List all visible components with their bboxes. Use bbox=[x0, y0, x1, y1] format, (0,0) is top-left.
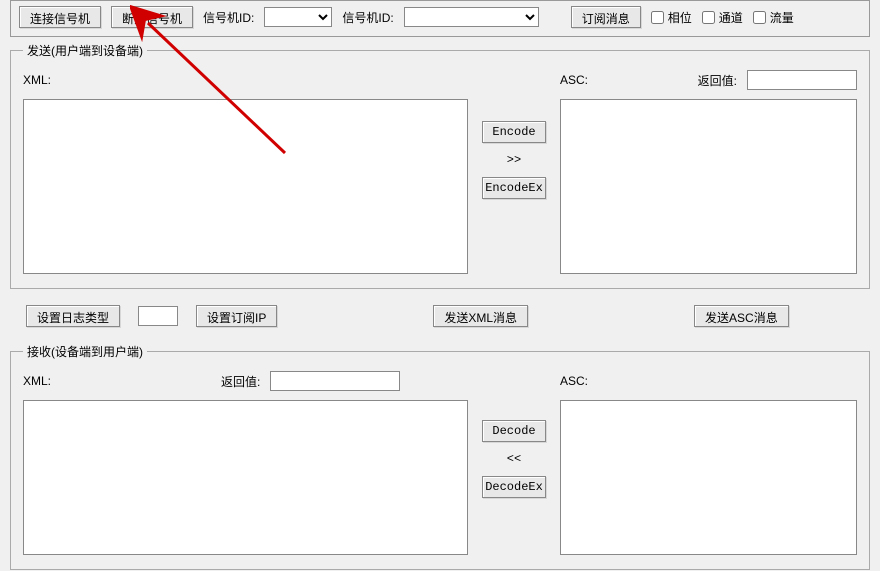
checkbox-phase-label: 相位 bbox=[651, 9, 692, 26]
send-asc-textarea[interactable] bbox=[560, 99, 857, 274]
checkbox-channel-text: 通道 bbox=[719, 9, 743, 26]
checkbox-flow[interactable] bbox=[753, 11, 766, 24]
set-log-type-button[interactable]: 设置日志类型 bbox=[26, 305, 120, 327]
recv-ret-label: 返回值: bbox=[221, 373, 260, 390]
subscribe-checkbox-group: 相位 通道 流量 bbox=[651, 9, 794, 26]
send-group: 发送(用户端到设备端) XML: Encode >> EncodeEx ASC:… bbox=[10, 42, 870, 289]
decode-arrow-icon: << bbox=[507, 452, 521, 466]
middle-row: 设置日志类型 设置订阅IP 发送XML消息 发送ASC消息 bbox=[10, 299, 870, 333]
send-ret-label: 返回值: bbox=[698, 72, 737, 89]
recv-xml-textarea[interactable] bbox=[23, 400, 468, 555]
encode-button[interactable]: Encode bbox=[482, 121, 546, 143]
checkbox-flow-text: 流量 bbox=[770, 9, 794, 26]
subscribe-button[interactable]: 订阅消息 bbox=[571, 6, 641, 28]
recv-xml-column: XML: 返回值: bbox=[23, 370, 468, 555]
recv-xml-label: XML: bbox=[23, 374, 51, 388]
top-toolbar: 连接信号机 断开信号机 信号机ID: 信号机ID: 订阅消息 相位 通道 流量 bbox=[10, 0, 870, 37]
encodeex-button[interactable]: EncodeEx bbox=[482, 177, 546, 199]
send-asc-label: ASC: bbox=[560, 73, 588, 87]
send-mid-column: Encode >> EncodeEx bbox=[478, 121, 550, 199]
send-xml-msg-button[interactable]: 发送XML消息 bbox=[433, 305, 528, 327]
recv-ret-input[interactable] bbox=[270, 371, 400, 391]
send-xml-column: XML: bbox=[23, 69, 468, 274]
decode-button[interactable]: Decode bbox=[482, 420, 546, 442]
checkbox-flow-label: 流量 bbox=[753, 9, 794, 26]
recv-group: 接收(设备端到用户端) XML: 返回值: Decode << DecodeEx… bbox=[10, 343, 870, 570]
signal-id-combo-2[interactable] bbox=[404, 7, 539, 27]
send-xml-label: XML: bbox=[23, 73, 51, 87]
checkbox-phase-text: 相位 bbox=[668, 9, 692, 26]
disconnect-signal-button[interactable]: 断开信号机 bbox=[111, 6, 193, 28]
recv-asc-textarea[interactable] bbox=[560, 400, 857, 555]
send-ret-input[interactable] bbox=[747, 70, 857, 90]
send-asc-msg-button[interactable]: 发送ASC消息 bbox=[694, 305, 789, 327]
signal-id-label-1: 信号机ID: bbox=[203, 9, 254, 26]
decodeex-button[interactable]: DecodeEx bbox=[482, 476, 546, 498]
checkbox-channel[interactable] bbox=[702, 11, 715, 24]
recv-asc-column: ASC: bbox=[560, 370, 857, 555]
send-xml-textarea[interactable] bbox=[23, 99, 468, 274]
send-legend: 发送(用户端到设备端) bbox=[23, 42, 147, 59]
recv-legend: 接收(设备端到用户端) bbox=[23, 343, 147, 360]
recv-asc-label: ASC: bbox=[560, 374, 588, 388]
checkbox-channel-label: 通道 bbox=[702, 9, 743, 26]
log-type-input[interactable] bbox=[138, 306, 178, 326]
recv-mid-column: Decode << DecodeEx bbox=[478, 420, 550, 498]
signal-id-combo-1[interactable] bbox=[264, 7, 332, 27]
connect-signal-button[interactable]: 连接信号机 bbox=[19, 6, 101, 28]
signal-id-label-2: 信号机ID: bbox=[342, 9, 393, 26]
set-sub-ip-button[interactable]: 设置订阅IP bbox=[196, 305, 277, 327]
send-asc-column: ASC: 返回值: bbox=[560, 69, 857, 274]
encode-arrow-icon: >> bbox=[507, 153, 521, 167]
checkbox-phase[interactable] bbox=[651, 11, 664, 24]
